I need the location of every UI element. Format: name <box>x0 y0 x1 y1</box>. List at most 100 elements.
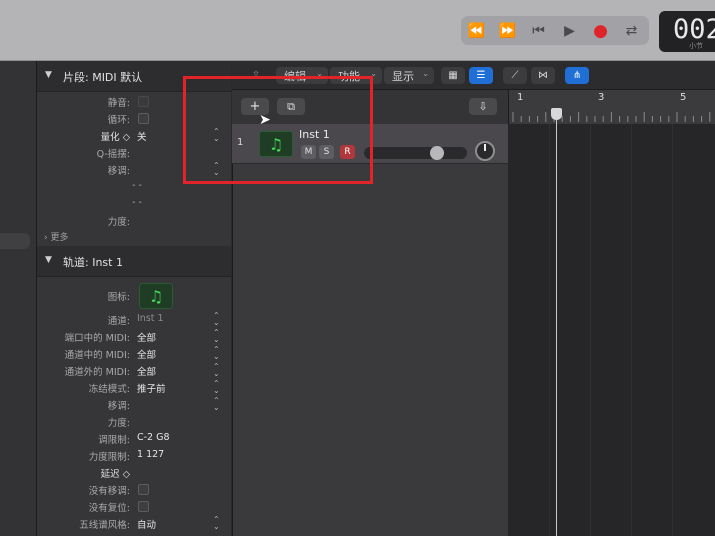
inspector-row: 通道外的 MIDI: 全部 ⌃ ⌄ <box>37 362 231 379</box>
stepper-icon[interactable]: ⌃ ⌄ <box>213 516 220 531</box>
library-handle[interactable] <box>0 233 30 249</box>
param-label: 循环: <box>107 115 130 126</box>
instrument-icon[interactable]: ♫ <box>139 283 173 309</box>
grid-line <box>672 124 673 536</box>
stepper-icon[interactable]: ⌃ ⌄ <box>213 380 220 395</box>
bar-ruler[interactable]: 1 3 5 <box>508 90 715 124</box>
inspector-row: 力度: <box>37 212 231 229</box>
pan-knob[interactable] <box>475 141 495 161</box>
forward-icon[interactable]: ⏩ <box>492 16 523 45</box>
inspector-row: 通道: Inst 1 ⌃ ⌄ <box>37 311 231 328</box>
param-value[interactable]: C-2 G8 <box>137 432 170 443</box>
rewind-icon[interactable]: ⏪ <box>461 16 492 45</box>
record-icon[interactable]: ● <box>585 16 616 45</box>
param-label: 静音: <box>107 98 130 109</box>
stepper-icon[interactable]: ⌃ ⌄ <box>213 397 220 412</box>
menu-view[interactable]: 显示 ⌄ <box>384 67 434 84</box>
volume-knob[interactable] <box>430 146 444 160</box>
param-value[interactable]: 全部 <box>137 330 156 344</box>
param-label: 冻结模式: <box>88 384 130 395</box>
param-value[interactable]: Inst 1 <box>137 313 164 324</box>
lcd-display[interactable]: 002 小节 <box>659 11 715 52</box>
play-icon[interactable]: ▶ <box>554 16 585 45</box>
param-value[interactable]: 全部 <box>137 364 156 378</box>
cycle-icon[interactable]: ⇄ <box>616 16 647 45</box>
inspector-row: 调限制: C-2 G8 <box>37 430 231 447</box>
param-label: - - <box>132 180 142 191</box>
checkbox[interactable] <box>138 484 149 495</box>
more-label: 更多 <box>50 233 69 243</box>
inspector-row: 没有复位: <box>37 498 231 515</box>
stepper-icon[interactable]: ⌃ ⌄ <box>213 363 220 378</box>
flex-icon[interactable]: ⋈ <box>531 67 555 84</box>
param-label: 移调: <box>107 401 130 412</box>
region-title: 片段: MIDI 默认 <box>63 71 143 84</box>
mouse-cursor-icon: ➤ <box>259 112 271 128</box>
control-bar: ⏪ ⏩ ⏮ ▶ ● ⇄ 002 小节 <box>0 0 715 61</box>
param-label: Q-摇摆: <box>96 149 130 160</box>
checkbox[interactable] <box>138 113 149 124</box>
playhead <box>556 113 557 536</box>
timeline-workspace[interactable] <box>508 124 715 536</box>
inspector-row: - - <box>37 195 231 212</box>
track-section-header[interactable]: ▼ 轨道: Inst 1 <box>37 246 231 277</box>
automation-icon[interactable]: ⟋ <box>503 67 527 84</box>
highlight-box <box>183 76 373 184</box>
ruler-bar-label: 5 <box>680 92 687 103</box>
track-title: 轨道: Inst 1 <box>63 256 123 269</box>
param-label: - - <box>132 197 142 208</box>
grid-line <box>590 124 591 536</box>
grid-view-icon[interactable]: ▦ <box>441 67 465 84</box>
disclosure-down-icon[interactable]: ▼ <box>45 255 52 265</box>
param-label: 端口中的 MIDI: <box>64 333 130 344</box>
grid-line <box>631 124 632 536</box>
param-label: 没有移调: <box>88 486 130 497</box>
inspector-row: 没有移调: <box>37 481 231 498</box>
library-panel <box>0 61 37 536</box>
transport-controls: ⏪ ⏩ ⏮ ▶ ● ⇄ <box>461 16 649 45</box>
volume-slider[interactable] <box>364 147 467 159</box>
more-disclosure[interactable]: › 更多 <box>37 228 231 244</box>
stepper-icon[interactable]: ⌃ ⌄ <box>213 329 220 344</box>
param-value[interactable]: 全部 <box>137 347 156 361</box>
download-icon[interactable]: ⇩ <box>469 98 497 115</box>
inspector-row: 力度: <box>37 413 231 430</box>
disclosure-down-icon[interactable]: ▼ <box>45 70 52 80</box>
param-label: 通道中的 MIDI: <box>64 350 130 361</box>
inspector-row: 五线谱风格: 自动 ⌃ ⌄ <box>37 515 231 532</box>
stepper-icon[interactable]: ⌃ ⌄ <box>213 312 220 327</box>
param-label: 量化 ◇ <box>100 132 130 143</box>
grid-line <box>549 124 550 536</box>
param-label: 延迟 ◇ <box>100 469 130 480</box>
lcd-unit: 小节 <box>689 42 703 50</box>
param-value[interactable]: 自动 <box>137 517 156 531</box>
disclosure-right-icon: › <box>44 233 48 243</box>
param-label: 力度限制: <box>88 452 130 463</box>
inspector-row: 力度限制: 1 127 <box>37 447 231 464</box>
inspector-row: 移调: ⌃ ⌄ <box>37 396 231 413</box>
inspector-row: 延迟 ◇ <box>37 464 231 481</box>
catch-icon[interactable]: ⋔ <box>565 67 589 84</box>
param-label: 五线谱风格: <box>79 520 130 531</box>
param-label: 力度: <box>107 418 130 429</box>
param-label: 力度: <box>107 217 130 228</box>
stepper-icon[interactable]: ⌃ ⌄ <box>213 346 220 361</box>
inspector-row: 冻结模式: 推子前 ⌃ ⌄ <box>37 379 231 396</box>
inspector-row: 端口中的 MIDI: 全部 ⌃ ⌄ <box>37 328 231 345</box>
param-value[interactable]: 1 127 <box>137 449 164 460</box>
go-to-start-icon[interactable]: ⏮ <box>523 16 554 45</box>
checkbox[interactable] <box>138 501 149 512</box>
param-label: 没有复位: <box>88 503 130 514</box>
param-label: 通道外的 MIDI: <box>64 367 130 378</box>
icon-label: 图标: <box>107 292 130 303</box>
ruler-ticks <box>512 112 711 122</box>
param-value[interactable]: 推子前 <box>137 381 166 395</box>
checkbox[interactable] <box>138 96 149 107</box>
param-label: 通道: <box>107 316 130 327</box>
list-view-icon[interactable]: ☰ <box>469 67 493 84</box>
param-value[interactable]: 关 <box>137 129 147 143</box>
playhead-handle[interactable] <box>551 108 562 120</box>
param-label: 移调: <box>107 166 130 177</box>
icon-row: 图标: <box>37 287 231 304</box>
param-label: 调限制: <box>98 435 130 446</box>
